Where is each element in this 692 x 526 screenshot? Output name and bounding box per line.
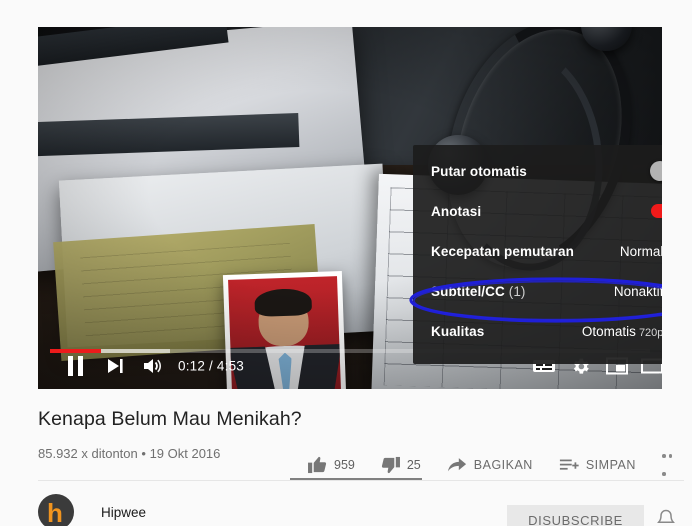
like-button[interactable]: 959: [295, 452, 368, 478]
share-arrow-icon: [447, 458, 466, 472]
subscribe-button[interactable]: DISUBSCRIBE: [507, 505, 644, 526]
notification-bell-icon: [657, 509, 675, 524]
avatar-letter: h: [47, 498, 63, 526]
menu-row-subtitles[interactable]: Subtitel/CC (1) Nonaktif ❯: [413, 271, 662, 311]
save-button[interactable]: SIMPAN: [546, 452, 649, 478]
dislike-button[interactable]: 25: [368, 452, 434, 478]
channel-name[interactable]: Hipwee: [101, 505, 146, 520]
menu-label-annotations: Anotasi: [431, 203, 482, 219]
video-title: Kenapa Belum Mau Menikah?: [38, 408, 302, 430]
quality-value-text: Otomatis: [581, 323, 636, 339]
meta-separator: •: [141, 446, 146, 461]
thumbs-down-icon: [381, 456, 400, 474]
thumbs-up-icon: [308, 456, 327, 474]
menu-label-playback-speed: Kecepatan pemutaran: [431, 243, 574, 259]
share-button[interactable]: BAGIKAN: [434, 452, 546, 478]
section-divider: [38, 480, 684, 481]
dislike-count: 25: [406, 458, 421, 472]
annotations-toggle[interactable]: [651, 204, 662, 218]
video-meta: 85.932 x ditonton • 19 Okt 2016: [38, 446, 220, 461]
next-track-icon: [108, 359, 123, 373]
menu-label-autoplay: Putar otomatis: [431, 163, 527, 179]
subtitles-value: Nonaktif: [613, 283, 662, 299]
menu-label-quality: Kualitas: [431, 323, 485, 339]
notification-bell-button[interactable]: [655, 508, 677, 526]
view-count: 85.932 x ditonton: [38, 446, 138, 461]
save-label: SIMPAN: [585, 458, 636, 472]
autoplay-toggle[interactable]: [650, 161, 662, 181]
quality-value: Otomatis 720p: [582, 324, 662, 339]
menu-row-playback-speed[interactable]: Kecepatan pemutaran Normal ❯: [413, 231, 662, 271]
menu-label-subtitles-text: Subtitel/CC: [431, 283, 505, 299]
menu-label-subtitles-count: (1): [508, 283, 526, 299]
video-player[interactable]: Putar otomatis Anotasi Kecepatan pemutar…: [38, 27, 662, 389]
volume-icon: [144, 359, 161, 373]
like-count: 959: [334, 458, 355, 472]
save-to-playlist-icon: [559, 459, 579, 470]
settings-menu-panel[interactable]: Putar otomatis Anotasi Kecepatan pemutar…: [413, 145, 662, 364]
share-label: BAGIKAN: [473, 458, 533, 472]
channel-avatar[interactable]: h: [38, 494, 74, 526]
menu-row-quality[interactable]: Kualitas Otomatis720p ❯: [413, 311, 662, 351]
pause-button[interactable]: [60, 351, 90, 381]
next-video-button[interactable]: [100, 351, 130, 381]
quality-resolution: 720p: [638, 326, 662, 339]
time-display: 0:12 / 4:53: [178, 358, 245, 374]
upload-date: 19 Okt 2016: [149, 446, 221, 461]
youtube-watch-page: Putar otomatis Anotasi Kecepatan pemutar…: [0, 0, 692, 526]
menu-label-subtitles: Subtitel/CC (1): [431, 284, 526, 299]
menu-row-annotations[interactable]: Anotasi: [413, 191, 662, 231]
menu-row-autoplay[interactable]: Putar otomatis: [413, 151, 662, 191]
volume-button[interactable]: [138, 351, 168, 381]
playback-speed-value: Normal: [619, 243, 662, 259]
